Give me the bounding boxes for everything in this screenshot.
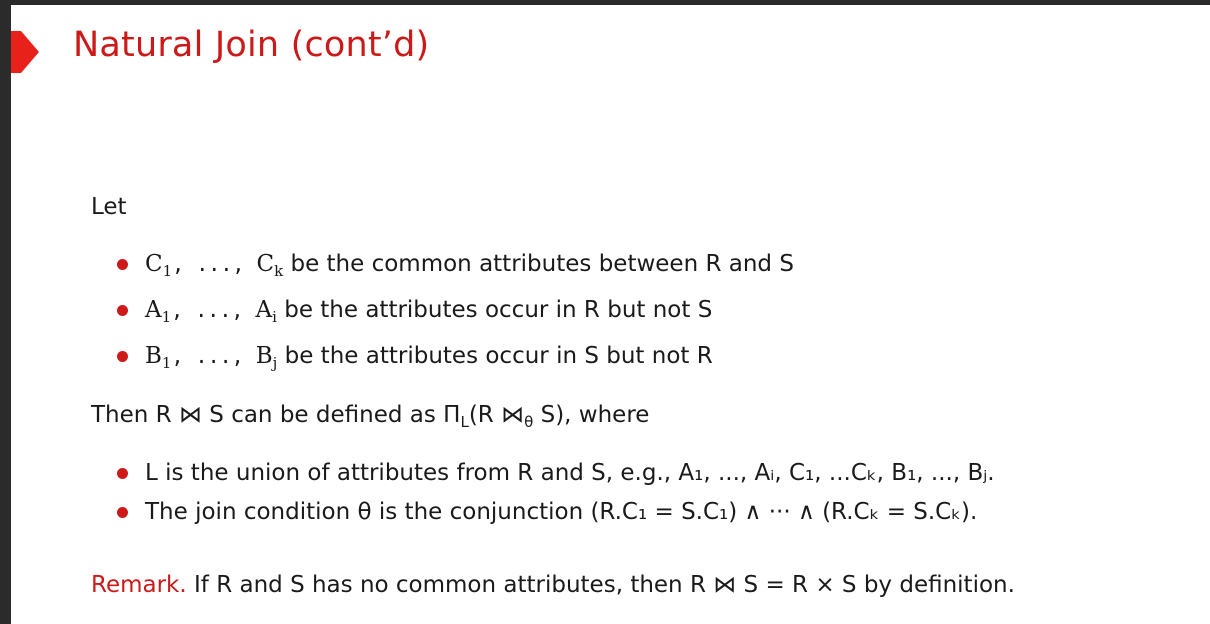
bullet-dot-icon	[117, 468, 128, 479]
list-item: C1, ..., Ck be the common attributes bet…	[113, 245, 794, 291]
triangle-right-icon	[11, 31, 39, 73]
let-label: Let	[91, 194, 127, 220]
math-symbol: B	[145, 343, 162, 369]
projection-subscript: L	[460, 413, 469, 431]
then-prefix: Then R	[91, 402, 172, 428]
math-separator: , ...,	[171, 298, 256, 322]
list-item-text: L is the union of attributes from R and …	[145, 460, 995, 486]
math-subscript: 1	[162, 262, 173, 280]
bullet-dot-icon	[117, 305, 128, 316]
list-item-text: The join condition θ is the conjunction …	[145, 499, 978, 525]
definition-list: L is the union of attributes from R and …	[113, 454, 995, 532]
then-middle: S can be defined as Π	[209, 402, 461, 428]
list-item: L is the union of attributes from R and …	[113, 454, 995, 493]
math-separator: , ...,	[171, 344, 256, 368]
list-item: A1, ..., Ai be the attributes occur in R…	[113, 291, 794, 337]
remark: Remark. If R and S has no common attribu…	[91, 572, 1015, 598]
then-suffix: S), where	[540, 402, 650, 428]
math-separator: , ...,	[172, 252, 257, 276]
common-attributes-list: C1, ..., Ck be the common attributes bet…	[113, 245, 794, 383]
list-item-text: be the attributes occur in S but not R	[277, 343, 713, 369]
bullet-dot-icon	[117, 351, 128, 362]
math-subscript: 1	[161, 308, 172, 326]
math-symbol: C	[145, 251, 163, 277]
math-symbol: A	[145, 297, 162, 323]
natural-join-symbol: ⋈	[178, 402, 202, 428]
bullet-dot-icon	[117, 507, 128, 518]
bullet-dot-icon	[117, 259, 128, 270]
slide: Natural Join (cont’d) Let C1, ..., Ck be…	[11, 5, 1210, 624]
remark-label: Remark.	[91, 572, 187, 598]
list-item-text: be the common attributes between R and S	[283, 251, 794, 277]
slide-title: Natural Join (cont’d)	[73, 25, 430, 65]
math-symbol: C	[256, 251, 275, 277]
math-subscript: k	[274, 262, 284, 280]
theta-join-symbol: ⋈	[501, 402, 525, 428]
math-symbol: A	[255, 297, 273, 323]
theta-subscript: θ	[524, 413, 534, 431]
math-symbol: B	[255, 343, 273, 369]
list-item: B1, ..., Bj be the attributes occur in S…	[113, 337, 794, 383]
then-definition-line: Then R ⋈ S can be defined as ΠL(R ⋈θ S),…	[91, 402, 649, 431]
remark-text: If R and S has no common attributes, the…	[186, 572, 1015, 598]
list-item: The join condition θ is the conjunction …	[113, 493, 995, 532]
list-item-text: be the attributes occur in R but not S	[276, 297, 713, 323]
then-paren-open: (R	[468, 402, 494, 428]
